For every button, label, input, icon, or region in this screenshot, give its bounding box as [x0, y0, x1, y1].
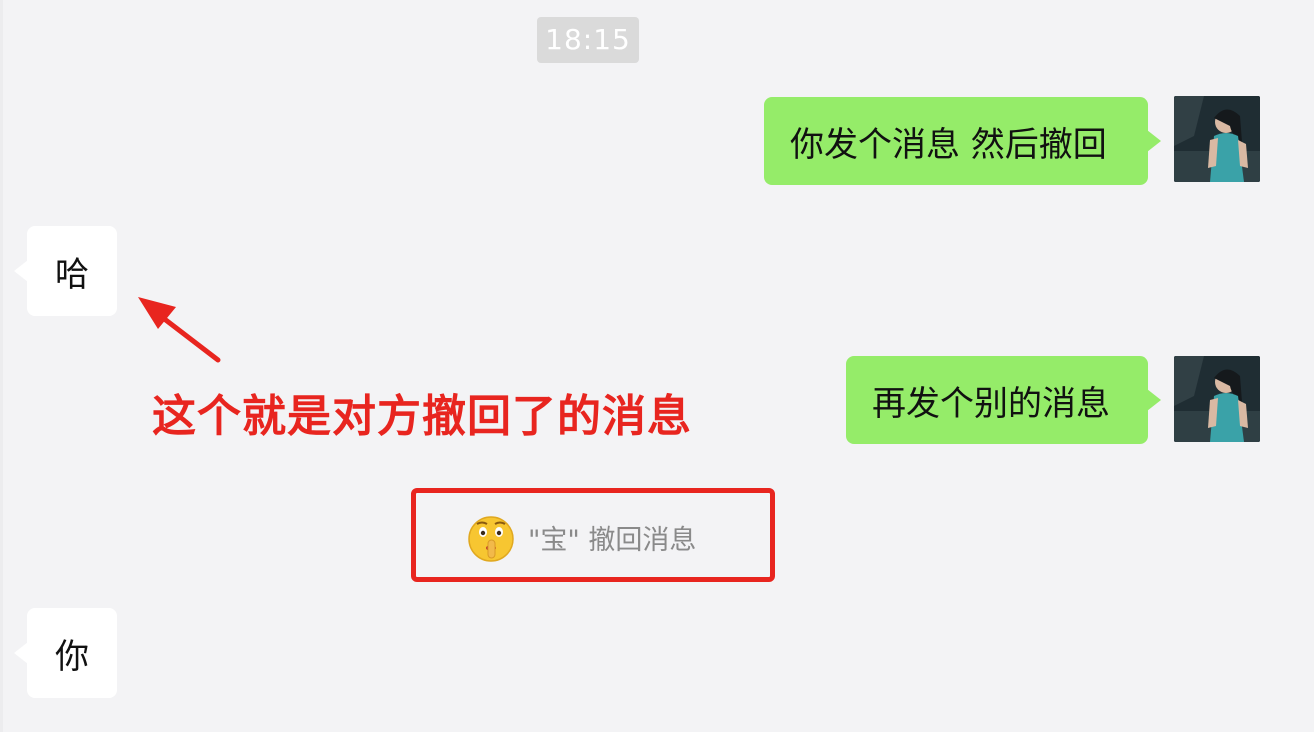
- bubble-tail: [1147, 389, 1161, 411]
- recall-notice-text: "宝" 撤回消息: [528, 524, 697, 556]
- annotation-arrow-icon: [138, 297, 221, 363]
- annotation-label: 这个就是对方撤回了的消息: [152, 391, 692, 442]
- window-left-edge: [0, 0, 3, 732]
- message-text: 你发个消息 然后撤回: [790, 124, 1107, 165]
- shush-face-emoji-icon: [468, 516, 514, 562]
- message-bubble-sent[interactable]: 再发个别的消息: [846, 356, 1161, 444]
- message-bubble-received[interactable]: 你: [14, 608, 117, 698]
- message-text: 再发个别的消息: [872, 383, 1110, 424]
- message-bubble-sent[interactable]: 你发个消息 然后撤回: [764, 97, 1161, 185]
- message-text: 你: [55, 636, 89, 677]
- bubble-tail: [14, 260, 28, 282]
- chat-timestamp: 18:15: [537, 17, 639, 63]
- bubble-tail: [1147, 130, 1161, 152]
- message-text: 哈: [55, 254, 89, 295]
- recall-notice: "宝" 撤回消息: [466, 510, 696, 564]
- bubble-tail: [14, 642, 28, 664]
- message-bubble-received[interactable]: 哈: [14, 226, 117, 316]
- avatar[interactable]: [1174, 96, 1260, 182]
- avatar[interactable]: [1174, 356, 1260, 442]
